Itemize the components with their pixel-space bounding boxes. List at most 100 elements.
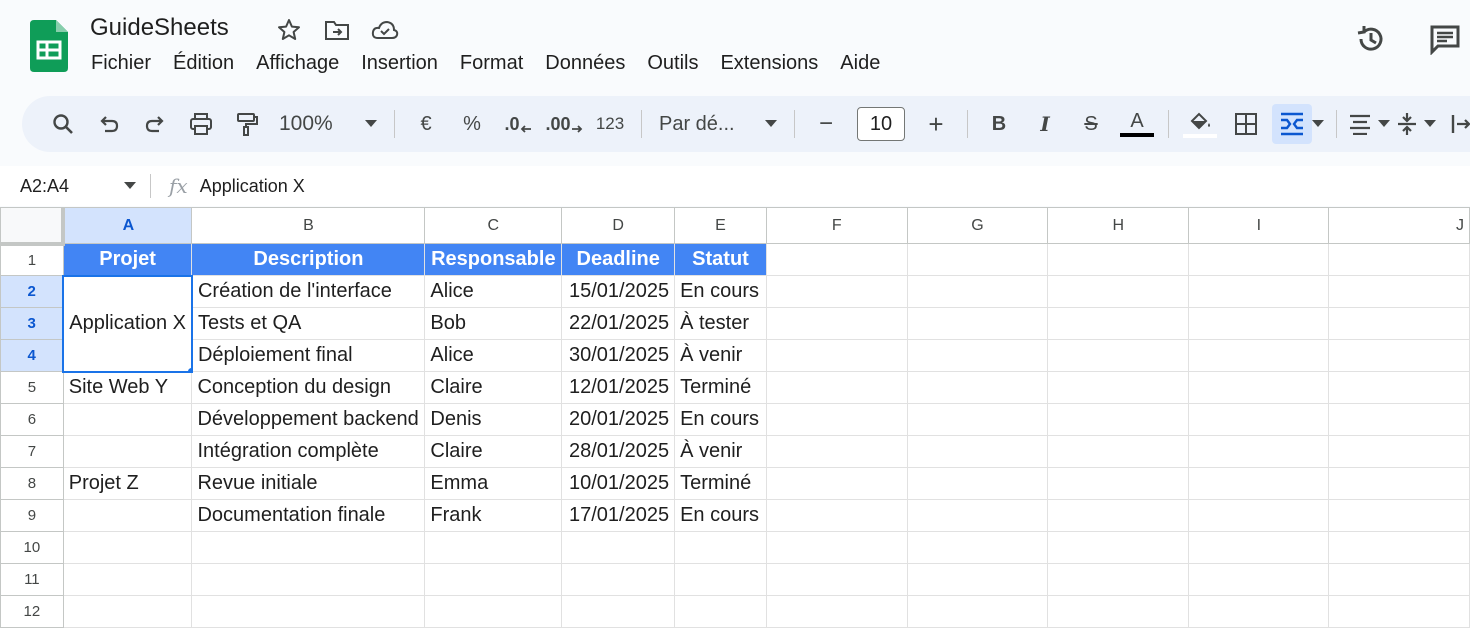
cell[interactable] [1047,435,1190,468]
cell[interactable] [1328,307,1470,340]
document-title[interactable]: GuideSheets [90,14,229,42]
cell[interactable] [765,435,908,468]
cell[interactable] [1188,371,1330,404]
cell[interactable] [906,339,1049,372]
cell[interactable]: Documentation finale [191,499,426,532]
column-header-i[interactable]: I [1188,207,1330,244]
menu-extensions[interactable]: Extensions [709,50,829,77]
cell[interactable] [1047,531,1190,564]
cell[interactable] [765,307,908,340]
vertical-align-icon[interactable] [1396,104,1436,144]
cell[interactable] [1047,403,1190,436]
fill-handle[interactable] [185,365,190,370]
cell[interactable] [62,531,193,564]
print-icon[interactable] [181,104,221,144]
cell[interactable]: Denis [424,403,563,436]
menu-donnees[interactable]: Données [534,50,636,77]
cell[interactable]: Développement backend [191,403,426,436]
row-header[interactable]: 5 [0,371,64,404]
row-header[interactable]: 10 [0,531,64,564]
cell[interactable] [62,403,193,436]
cell[interactable] [191,531,426,564]
increase-decimal-button[interactable]: .00 [544,104,584,144]
cell[interactable]: 10/01/2025 [561,467,676,500]
move-folder-icon[interactable] [320,16,354,44]
cell[interactable]: Bob [424,307,563,340]
cell[interactable]: 12/01/2025 [561,371,676,404]
menu-insertion[interactable]: Insertion [350,50,449,77]
cell[interactable] [765,563,908,596]
zoom-select[interactable]: 100% [273,104,383,144]
cell[interactable]: En cours [674,275,767,308]
row-header[interactable]: 9 [0,499,64,532]
cell[interactable]: À tester [674,307,767,340]
cell[interactable]: Conception du design [191,371,426,404]
cell[interactable] [1188,243,1330,276]
history-icon[interactable] [1354,22,1388,56]
cell[interactable]: 28/01/2025 [561,435,676,468]
menu-affichage[interactable]: Affichage [245,50,350,77]
cell[interactable] [1047,563,1190,596]
sheets-logo-icon[interactable] [30,20,68,72]
column-header-b[interactable]: B [191,207,426,244]
merge-options-chevron-icon[interactable] [1311,104,1325,144]
cell[interactable] [906,371,1049,404]
cell[interactable]: Intégration complète [191,435,426,468]
cell[interactable]: À venir [674,435,767,468]
cell[interactable]: 22/01/2025 [561,307,676,340]
cell[interactable]: 15/01/2025 [561,275,676,308]
cell[interactable] [906,307,1049,340]
cell[interactable]: Emma [424,467,563,500]
row-header[interactable]: 11 [0,563,64,596]
redo-icon[interactable] [135,104,175,144]
borders-icon[interactable] [1226,104,1266,144]
cell[interactable] [1047,275,1190,308]
paint-format-icon[interactable] [227,104,267,144]
italic-button[interactable]: I [1025,104,1065,144]
cell[interactable]: 20/01/2025 [561,403,676,436]
cell[interactable]: À venir [674,339,767,372]
cell[interactable] [1047,371,1190,404]
cell[interactable] [1047,307,1190,340]
cell[interactable] [1188,499,1330,532]
row-header[interactable]: 2 [0,275,64,308]
text-wrap-icon[interactable] [1442,104,1470,144]
cell[interactable] [424,531,563,564]
currency-format-button[interactable]: € [406,104,446,144]
menu-fichier[interactable]: Fichier [80,50,162,77]
column-header-e[interactable]: E [674,207,767,244]
cell[interactable] [1188,403,1330,436]
menu-outils[interactable]: Outils [636,50,709,77]
cell[interactable]: Site Web Y [62,371,193,404]
cell[interactable] [62,435,193,468]
decrease-decimal-button[interactable]: .0 [498,104,538,144]
cell[interactable]: Revue initiale [191,467,426,500]
cell[interactable] [906,275,1049,308]
column-header-j[interactable]: J [1328,207,1470,244]
comments-icon[interactable] [1428,22,1462,56]
cell[interactable] [674,595,767,628]
menu-aide[interactable]: Aide [829,50,891,77]
merge-cells-icon[interactable] [1272,104,1312,144]
cell-header-deadline[interactable]: Deadline [561,243,676,276]
cell-header-description[interactable]: Description [191,243,426,276]
cell[interactable] [1047,467,1190,500]
cell[interactable] [765,275,908,308]
cell[interactable] [424,595,563,628]
cell[interactable] [561,563,676,596]
cell[interactable] [906,499,1049,532]
cell[interactable]: Alice [424,339,563,372]
cell[interactable] [1328,243,1470,276]
cell[interactable] [1188,467,1330,500]
row-header[interactable]: 7 [0,435,64,468]
font-size-input[interactable]: 10 [857,107,905,141]
cell[interactable] [1188,435,1330,468]
cell[interactable] [1188,531,1330,564]
cell[interactable] [62,563,193,596]
cell[interactable] [765,339,908,372]
row-header[interactable]: 4 [0,339,64,372]
cell[interactable]: Claire [424,435,563,468]
merged-cell-a2-a4[interactable]: Application X [62,274,193,373]
cell[interactable] [765,499,908,532]
column-header-h[interactable]: H [1047,207,1190,244]
